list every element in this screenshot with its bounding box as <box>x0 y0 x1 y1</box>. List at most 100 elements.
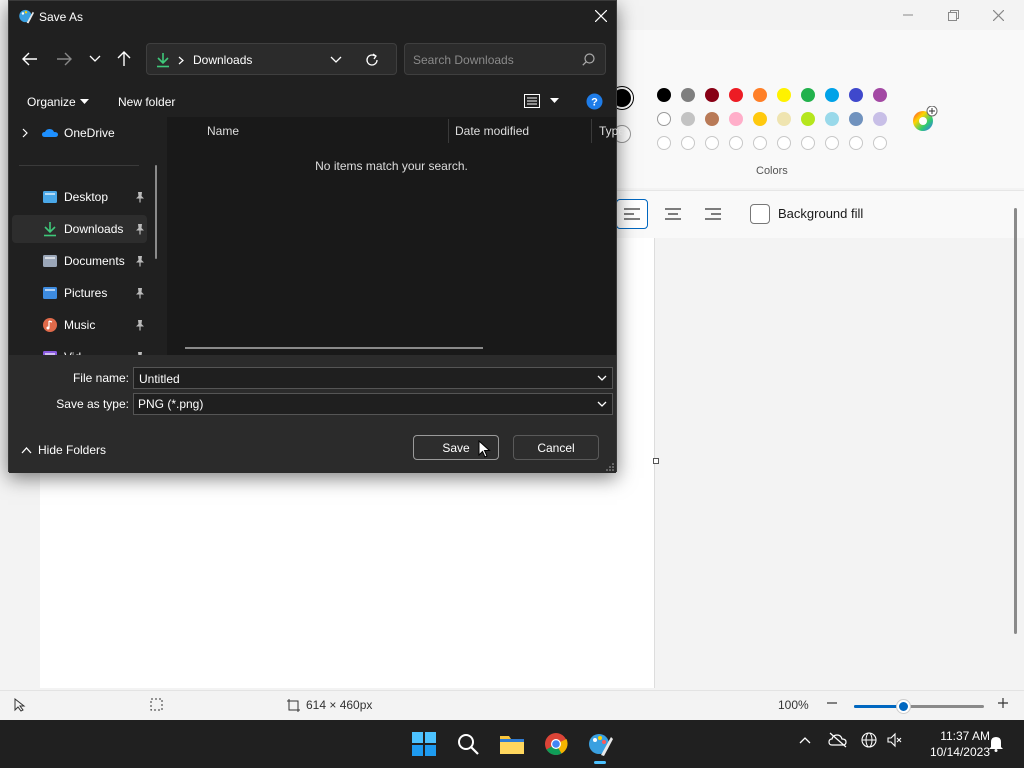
align-left-icon <box>624 208 640 220</box>
zoom-slider-fill <box>854 705 904 708</box>
column-header-name[interactable]: Name <box>207 124 239 138</box>
color-swatch[interactable] <box>801 88 815 102</box>
paint-taskbar-button[interactable] <box>584 728 616 764</box>
align-right-button[interactable] <box>697 199 729 229</box>
resize-grip-icon[interactable] <box>606 463 614 471</box>
color-swatch[interactable] <box>777 112 791 126</box>
custom-color-slot[interactable] <box>705 136 719 150</box>
column-header-type[interactable]: Type <box>599 124 625 138</box>
forward-button[interactable] <box>52 47 76 71</box>
color-swatch[interactable] <box>873 88 887 102</box>
custom-color-slot[interactable] <box>753 136 767 150</box>
recent-locations-button[interactable] <box>83 47 107 71</box>
search-input[interactable] <box>413 51 573 69</box>
clock[interactable]: 11:37 AM 10/14/2023 <box>910 728 990 760</box>
horizontal-scrollbar[interactable] <box>185 347 483 349</box>
color-swatch[interactable] <box>753 88 767 102</box>
nav-item-desktop[interactable]: Desktop <box>12 183 147 211</box>
search-box[interactable] <box>404 43 606 75</box>
custom-color-slot[interactable] <box>777 136 791 150</box>
minimize-button[interactable] <box>888 4 928 26</box>
dialog-close-button[interactable] <box>586 1 616 31</box>
file-explorer-button[interactable] <box>496 728 528 760</box>
file-name-combo[interactable] <box>133 367 613 389</box>
file-name-input[interactable] <box>139 371 579 386</box>
save-as-type-select[interactable]: PNG (*.png) <box>133 393 613 415</box>
nav-item-onedrive[interactable]: OneDrive <box>12 119 147 147</box>
color-swatch[interactable] <box>753 112 767 126</box>
new-folder-button[interactable]: New folder <box>118 95 175 109</box>
nav-item-vid[interactable]: Vid <box>12 343 147 355</box>
onedrive-tray-button[interactable] <box>828 732 848 751</box>
up-button[interactable] <box>112 47 136 71</box>
expand-chevron-icon[interactable] <box>22 128 29 138</box>
canvas-resize-handle[interactable] <box>653 458 659 464</box>
nav-item-documents[interactable]: Documents <box>12 247 147 275</box>
color-swatch[interactable] <box>705 88 719 102</box>
custom-color-slot[interactable] <box>729 136 743 150</box>
nav-item-pictures[interactable]: Pictures <box>12 279 147 307</box>
hide-folders-button[interactable]: Hide Folders <box>21 443 106 457</box>
address-bar[interactable]: Downloads <box>146 43 397 75</box>
dialog-titlebar[interactable]: Save As <box>9 1 616 33</box>
refresh-icon[interactable] <box>364 52 380 68</box>
address-history-icon[interactable] <box>330 56 342 64</box>
file-list[interactable]: No items match your search. Name Date mod… <box>167 117 625 355</box>
color-swatch[interactable] <box>657 88 671 102</box>
align-left-button[interactable] <box>616 199 648 229</box>
back-button[interactable] <box>18 47 42 71</box>
volume-button[interactable] <box>886 732 902 751</box>
network-button[interactable] <box>861 732 877 751</box>
color-swatch[interactable] <box>801 112 815 126</box>
zoom-slider[interactable] <box>854 700 984 713</box>
notifications-button[interactable] <box>988 734 1004 755</box>
start-button[interactable] <box>408 728 440 760</box>
background-fill-checkbox[interactable] <box>750 204 770 224</box>
color-swatch[interactable] <box>849 112 863 126</box>
column-divider[interactable] <box>448 119 449 143</box>
custom-color-slot[interactable] <box>681 136 695 150</box>
edit-colors-button[interactable] <box>910 105 938 137</box>
address-current[interactable]: Downloads <box>193 53 252 67</box>
color-swatch[interactable] <box>681 88 695 102</box>
view-options-button[interactable] <box>524 94 559 108</box>
custom-color-slot[interactable] <box>657 136 671 150</box>
vertical-scrollbar[interactable] <box>1014 208 1017 634</box>
custom-color-slot[interactable] <box>849 136 863 150</box>
zoom-in-button[interactable] <box>997 697 1009 709</box>
color-swatch[interactable] <box>825 88 839 102</box>
restore-button[interactable] <box>933 4 973 26</box>
color-swatch[interactable] <box>657 112 671 126</box>
search-button[interactable] <box>452 728 484 760</box>
chevron-down-icon[interactable] <box>596 372 608 384</box>
chrome-button[interactable] <box>540 728 572 760</box>
plus-icon <box>998 698 1008 708</box>
clock-time: 11:37 AM <box>940 729 990 743</box>
color-swatch[interactable] <box>849 88 863 102</box>
zoom-out-button[interactable] <box>826 697 838 709</box>
cancel-button[interactable]: Cancel <box>513 435 599 460</box>
color-swatch[interactable] <box>825 112 839 126</box>
column-divider[interactable] <box>591 119 592 143</box>
align-center-button[interactable] <box>657 199 689 229</box>
nav-item-downloads[interactable]: Downloads <box>12 215 147 243</box>
nav-scrollbar[interactable] <box>155 165 157 259</box>
column-header-date-modified[interactable]: Date modified <box>455 124 529 138</box>
color-swatch[interactable] <box>681 112 695 126</box>
custom-color-slot[interactable] <box>873 136 887 150</box>
color-swatch[interactable] <box>729 112 743 126</box>
navigation-pane[interactable]: OneDrive Desktop Downloads Documents Picture… <box>9 117 167 355</box>
zoom-slider-thumb[interactable] <box>897 700 911 713</box>
custom-color-slot[interactable] <box>825 136 839 150</box>
nav-item-music[interactable]: Music <box>12 311 147 339</box>
color-swatch[interactable] <box>729 88 743 102</box>
organize-button[interactable]: Organize <box>27 95 89 109</box>
show-hidden-icons-button[interactable] <box>798 734 812 748</box>
close-app-button[interactable] <box>978 4 1018 26</box>
organize-label: Organize <box>27 95 76 109</box>
custom-color-slot[interactable] <box>801 136 815 150</box>
help-button[interactable]: ? <box>586 93 603 110</box>
color-swatch[interactable] <box>873 112 887 126</box>
color-swatch[interactable] <box>705 112 719 126</box>
color-swatch[interactable] <box>777 88 791 102</box>
